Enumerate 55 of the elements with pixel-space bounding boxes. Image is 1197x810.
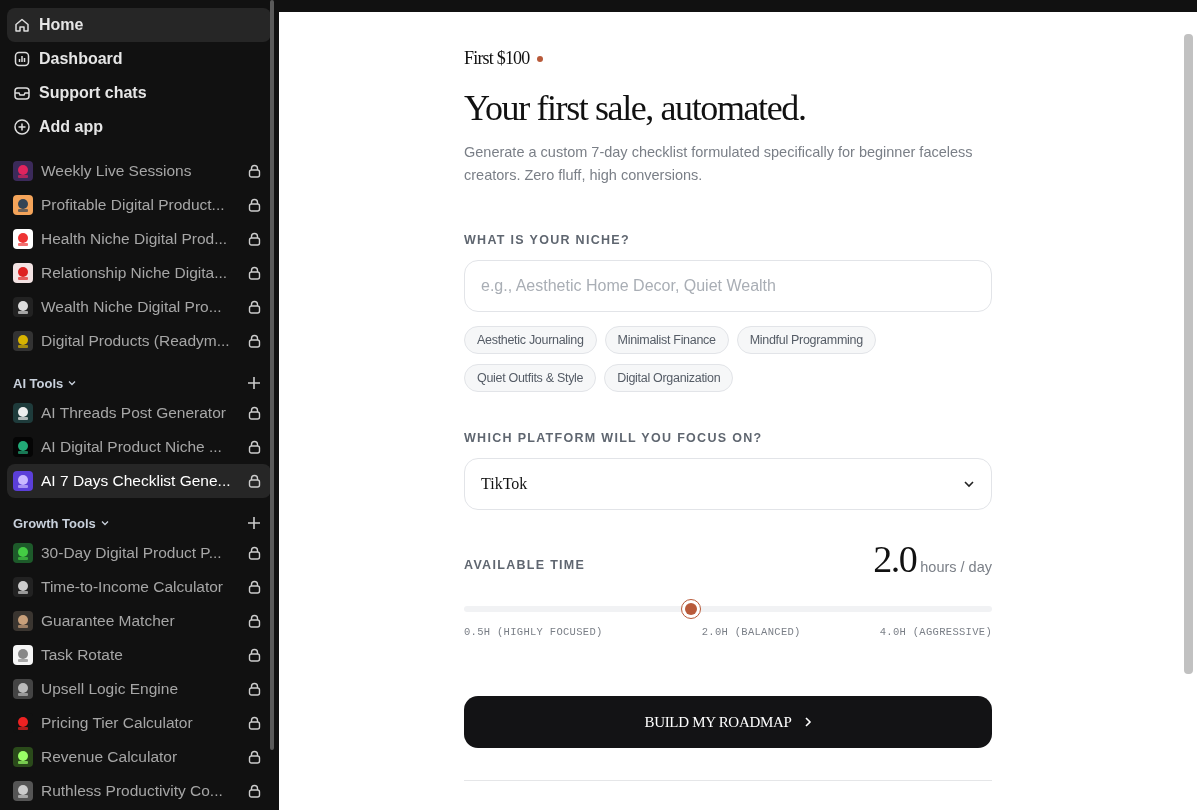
tick-label: 4.0H (AGGRESSIVE) [879, 626, 992, 638]
sidebar-item[interactable]: Relationship Niche Digita... [7, 256, 271, 290]
platform-dropdown[interactable]: TikTok [464, 458, 992, 510]
time-unit: hours / day [920, 559, 992, 575]
suggestion-chip[interactable]: Digital Organization [604, 364, 734, 392]
tick-label: 0.5H (HIGHLY FOCUSED) [464, 626, 603, 638]
sidebar-item[interactable]: AI Threads Post Generator [7, 396, 271, 430]
bar-chart-icon [13, 50, 31, 68]
sidebar-item[interactable]: Health Niche Digital Prod... [7, 222, 271, 256]
field-label: WHICH PLATFORM WILL YOU FOCUS ON? [464, 431, 764, 445]
plus-circle-icon [13, 118, 31, 136]
niche-input-field[interactable]: e.g., Aesthetic Home Decor, Quiet Wealth [464, 260, 992, 312]
section-toggle[interactable]: AI Tools [13, 375, 78, 391]
home-icon [13, 16, 31, 34]
chevron-down-icon [963, 480, 975, 488]
scrollbar[interactable] [270, 0, 274, 750]
sidebar-item[interactable]: Wealth Niche Digital Pro... [7, 290, 271, 324]
page-title: Your first sale, automated. [464, 87, 807, 129]
nav-item[interactable]: Add app [7, 110, 271, 144]
sidebar-item[interactable]: Pricing Tier Calculator [7, 706, 271, 740]
sidebar-item[interactable]: AI Digital Product Niche ... [7, 430, 271, 464]
suggestion-chip[interactable]: Mindful Programming [736, 326, 876, 354]
suggestion-chip[interactable]: Quiet Outfits & Style [464, 364, 597, 392]
sidebar-item[interactable]: AI 7 Days Checklist Gene... [7, 464, 271, 498]
field-label: AVAILABLE TIME [464, 558, 586, 572]
nav-item[interactable]: Home [7, 8, 271, 42]
sidebar-item[interactable]: Weekly Live Sessions [7, 154, 271, 188]
plus-icon[interactable] [247, 516, 261, 530]
sidebar-item[interactable]: Upsell Logic Engine [7, 672, 271, 706]
nav-item[interactable]: Support chats [7, 76, 271, 110]
sidebar-item[interactable]: 30-Day Digital Product P... [7, 536, 271, 570]
plus-icon[interactable] [247, 376, 261, 390]
section-toggle[interactable]: Growth Tools [13, 515, 110, 531]
sidebar-item[interactable]: Time-to-Income Calculator [7, 570, 271, 604]
build-roadmap-button[interactable]: BUILD MY ROADMAP [464, 696, 992, 748]
sidebar-item[interactable]: Profitable Digital Product... [7, 188, 271, 222]
sidebar-item[interactable]: Ruthless Productivity Co... [7, 774, 271, 808]
scrollbar[interactable] [1184, 34, 1193, 674]
sidebar-item[interactable]: Task Rotate [7, 638, 271, 672]
time-value: 2.0 [873, 540, 917, 578]
sidebar-item[interactable]: Revenue Calculator [7, 740, 271, 774]
chevron-right-icon [803, 716, 812, 728]
sidebar-item[interactable]: Guarantee Matcher [7, 604, 271, 638]
suggestion-chip[interactable]: Aesthetic Journaling [464, 326, 597, 354]
intro-text: Generate a custom 7-day checklist formulated specifically for beginner faceless creators. Zero fluff, high conversions. [464, 143, 974, 185]
slider-thumb[interactable] [681, 599, 702, 619]
brand-label: First $100 [464, 48, 530, 69]
tick-label: 2.0H (BALANCED) [701, 626, 801, 638]
sidebar-item[interactable]: Digital Products (Readym... [7, 324, 271, 358]
inbox-icon [13, 84, 31, 102]
time-slider[interactable] [464, 599, 992, 619]
suggestion-chip[interactable]: Minimalist Finance [604, 326, 729, 354]
nav-item[interactable]: Dashboard [7, 42, 271, 76]
dot-icon [536, 55, 543, 62]
field-label: WHAT IS YOUR NICHE? [464, 233, 631, 247]
